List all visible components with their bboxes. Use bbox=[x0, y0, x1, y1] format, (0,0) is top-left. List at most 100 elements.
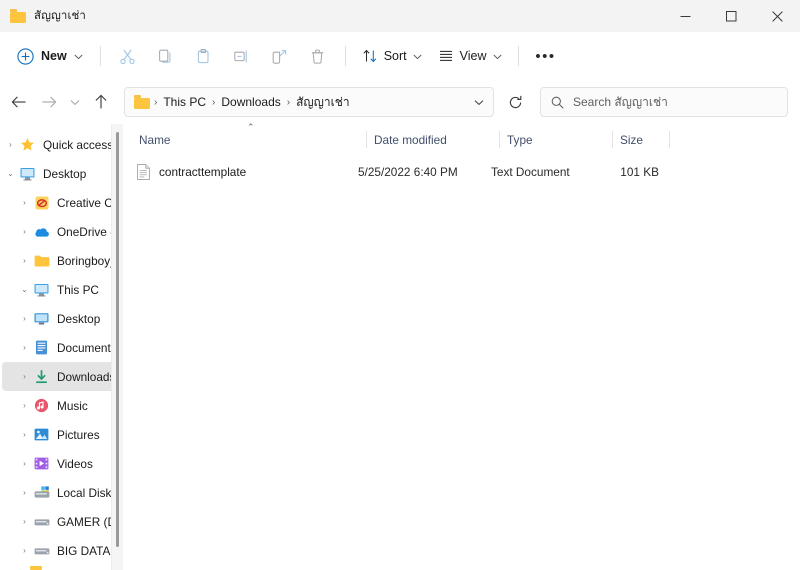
breadcrumb-item-this-pc[interactable]: This PC bbox=[158, 92, 211, 112]
sidebar-item-local-disk-c[interactable]: › Local Disk (C: bbox=[2, 478, 119, 507]
chevron-right-icon[interactable]: › bbox=[16, 401, 33, 410]
sidebar-item-videos[interactable]: › Videos bbox=[2, 449, 119, 478]
chevron-right-icon[interactable]: › bbox=[16, 343, 33, 352]
sidebar-item-big-data-e[interactable]: › BIG DATA (E:) bbox=[2, 536, 119, 565]
search-icon bbox=[551, 96, 564, 109]
sidebar-item-desktop[interactable]: › Desktop bbox=[2, 304, 119, 333]
forward-button[interactable] bbox=[34, 87, 64, 117]
file-name: contracttemplate bbox=[159, 165, 247, 179]
column-header-date-label: Date modified bbox=[374, 132, 447, 147]
address-bar: › This PC › Downloads › สัญญาเช่า Search… bbox=[0, 80, 800, 124]
column-header-type-label: Type bbox=[507, 132, 533, 147]
refresh-button[interactable] bbox=[500, 87, 530, 117]
navigation-scrollbar-thumb[interactable] bbox=[116, 132, 119, 547]
rename-button[interactable] bbox=[223, 40, 261, 72]
up-button[interactable] bbox=[86, 87, 116, 117]
sidebar-item-desktop-root[interactable]: ⌄ Desktop bbox=[2, 159, 119, 188]
close-button[interactable] bbox=[754, 0, 800, 32]
breadcrumb[interactable]: › This PC › Downloads › สัญญาเช่า bbox=[124, 87, 494, 117]
chevron-right-icon[interactable]: › bbox=[16, 459, 33, 468]
delete-button[interactable] bbox=[299, 40, 337, 72]
sidebar-item-gamer-d[interactable]: › GAMER (D:) bbox=[2, 507, 119, 536]
sidebar-label: Documents bbox=[57, 340, 113, 355]
chevron-right-icon[interactable]: › bbox=[16, 314, 33, 323]
share-button[interactable] bbox=[261, 40, 299, 72]
breadcrumb-item-downloads[interactable]: Downloads bbox=[216, 92, 285, 112]
address-dropdown-button[interactable] bbox=[467, 99, 491, 106]
sidebar-item-creative-cloud[interactable]: › Creative Cloud bbox=[2, 188, 119, 217]
chevron-right-icon[interactable]: › bbox=[16, 546, 33, 555]
plus-circle-icon bbox=[17, 47, 34, 65]
desktop-folder-icon bbox=[33, 311, 50, 327]
file-type: Text Document bbox=[491, 165, 570, 179]
sidebar-item-documents[interactable]: › Documents bbox=[2, 333, 119, 362]
chevron-right-icon[interactable]: › bbox=[16, 227, 33, 236]
partial-folder-icon bbox=[30, 566, 42, 570]
column-header-name[interactable]: Name ⌃ bbox=[131, 122, 366, 155]
sidebar-label: GAMER (D:) bbox=[57, 514, 113, 529]
sidebar-item-downloads[interactable]: › Downloads bbox=[2, 362, 119, 391]
sidebar-item-quick-access[interactable]: › Quick access bbox=[2, 130, 119, 159]
creative-cloud-icon bbox=[33, 195, 50, 211]
column-header-size[interactable]: Size bbox=[612, 124, 669, 155]
column-header-date-modified[interactable]: Date modified bbox=[366, 124, 499, 155]
chevron-down-icon[interactable]: ⌄ bbox=[2, 169, 19, 178]
chevron-down-icon[interactable]: ⌄ bbox=[16, 285, 33, 294]
scissors-icon bbox=[120, 49, 135, 64]
chevron-right-icon[interactable]: › bbox=[2, 140, 19, 149]
chevron-right-icon[interactable]: › bbox=[16, 430, 33, 439]
arrow-left-icon bbox=[11, 96, 26, 108]
sidebar-item-boringboy[interactable]: › Boringboy_ bbox=[2, 246, 119, 275]
chevron-right-icon[interactable]: › bbox=[16, 488, 33, 497]
rename-icon bbox=[234, 49, 247, 62]
back-button[interactable] bbox=[4, 87, 34, 117]
view-lines-icon bbox=[439, 50, 452, 61]
pictures-icon bbox=[33, 427, 50, 443]
music-icon bbox=[33, 398, 50, 414]
sidebar-item-pictures[interactable]: › Pictures bbox=[2, 420, 119, 449]
search-box[interactable]: Search สัญญาเช่า bbox=[540, 87, 788, 117]
search-input[interactable]: Search สัญญาเช่า bbox=[573, 93, 668, 112]
view-button-label: View bbox=[459, 49, 487, 63]
sidebar-item-this-pc[interactable]: ⌄ This PC bbox=[2, 275, 119, 304]
star-icon bbox=[19, 137, 36, 153]
title-bar: สัญญาเช่า bbox=[0, 0, 800, 32]
command-bar: New Sort View ••• bbox=[0, 32, 800, 80]
onedrive-icon bbox=[33, 224, 50, 240]
chevron-down-icon bbox=[413, 47, 422, 65]
maximize-button[interactable] bbox=[708, 0, 754, 32]
chevron-right-icon[interactable]: › bbox=[16, 517, 33, 526]
new-button[interactable]: New bbox=[10, 40, 92, 72]
sidebar-label: Music bbox=[57, 398, 88, 413]
refresh-icon bbox=[509, 95, 521, 108]
monitor-icon bbox=[19, 166, 36, 182]
recent-locations-button[interactable] bbox=[64, 87, 86, 117]
toolbar-divider-3 bbox=[517, 46, 519, 66]
table-row[interactable]: contracttemplate 5/25/2022 6:40 PM Text … bbox=[131, 159, 794, 185]
copy-icon bbox=[159, 49, 171, 63]
text-document-icon bbox=[137, 164, 150, 180]
chevron-down-icon bbox=[70, 99, 80, 105]
folder-icon bbox=[33, 253, 50, 269]
paste-button[interactable] bbox=[185, 40, 223, 72]
view-button[interactable]: View bbox=[430, 40, 510, 72]
paste-icon bbox=[198, 48, 209, 63]
copy-button[interactable] bbox=[147, 40, 185, 72]
more-options-button[interactable]: ••• bbox=[527, 40, 565, 72]
column-header-size-label: Size bbox=[620, 132, 643, 147]
chevron-right-icon[interactable]: › bbox=[16, 256, 33, 265]
sidebar-item-music[interactable]: › Music bbox=[2, 391, 119, 420]
column-header-type[interactable]: Type bbox=[499, 124, 612, 155]
toolbar-divider-2 bbox=[344, 46, 346, 66]
sidebar-label: Creative Cloud bbox=[57, 195, 113, 210]
chevron-down-icon bbox=[492, 47, 502, 65]
more-options-label: ••• bbox=[535, 47, 556, 65]
chevron-right-icon[interactable]: › bbox=[16, 198, 33, 207]
breadcrumb-item-current[interactable]: สัญญาเช่า bbox=[291, 90, 355, 115]
sort-button[interactable]: Sort bbox=[354, 40, 430, 72]
cut-button[interactable] bbox=[109, 40, 147, 72]
chevron-right-icon[interactable]: › bbox=[16, 372, 33, 381]
sidebar-label: Videos bbox=[57, 456, 93, 471]
minimize-button[interactable] bbox=[662, 0, 708, 32]
sidebar-item-onedrive[interactable]: › OneDrive - Pers bbox=[2, 217, 119, 246]
